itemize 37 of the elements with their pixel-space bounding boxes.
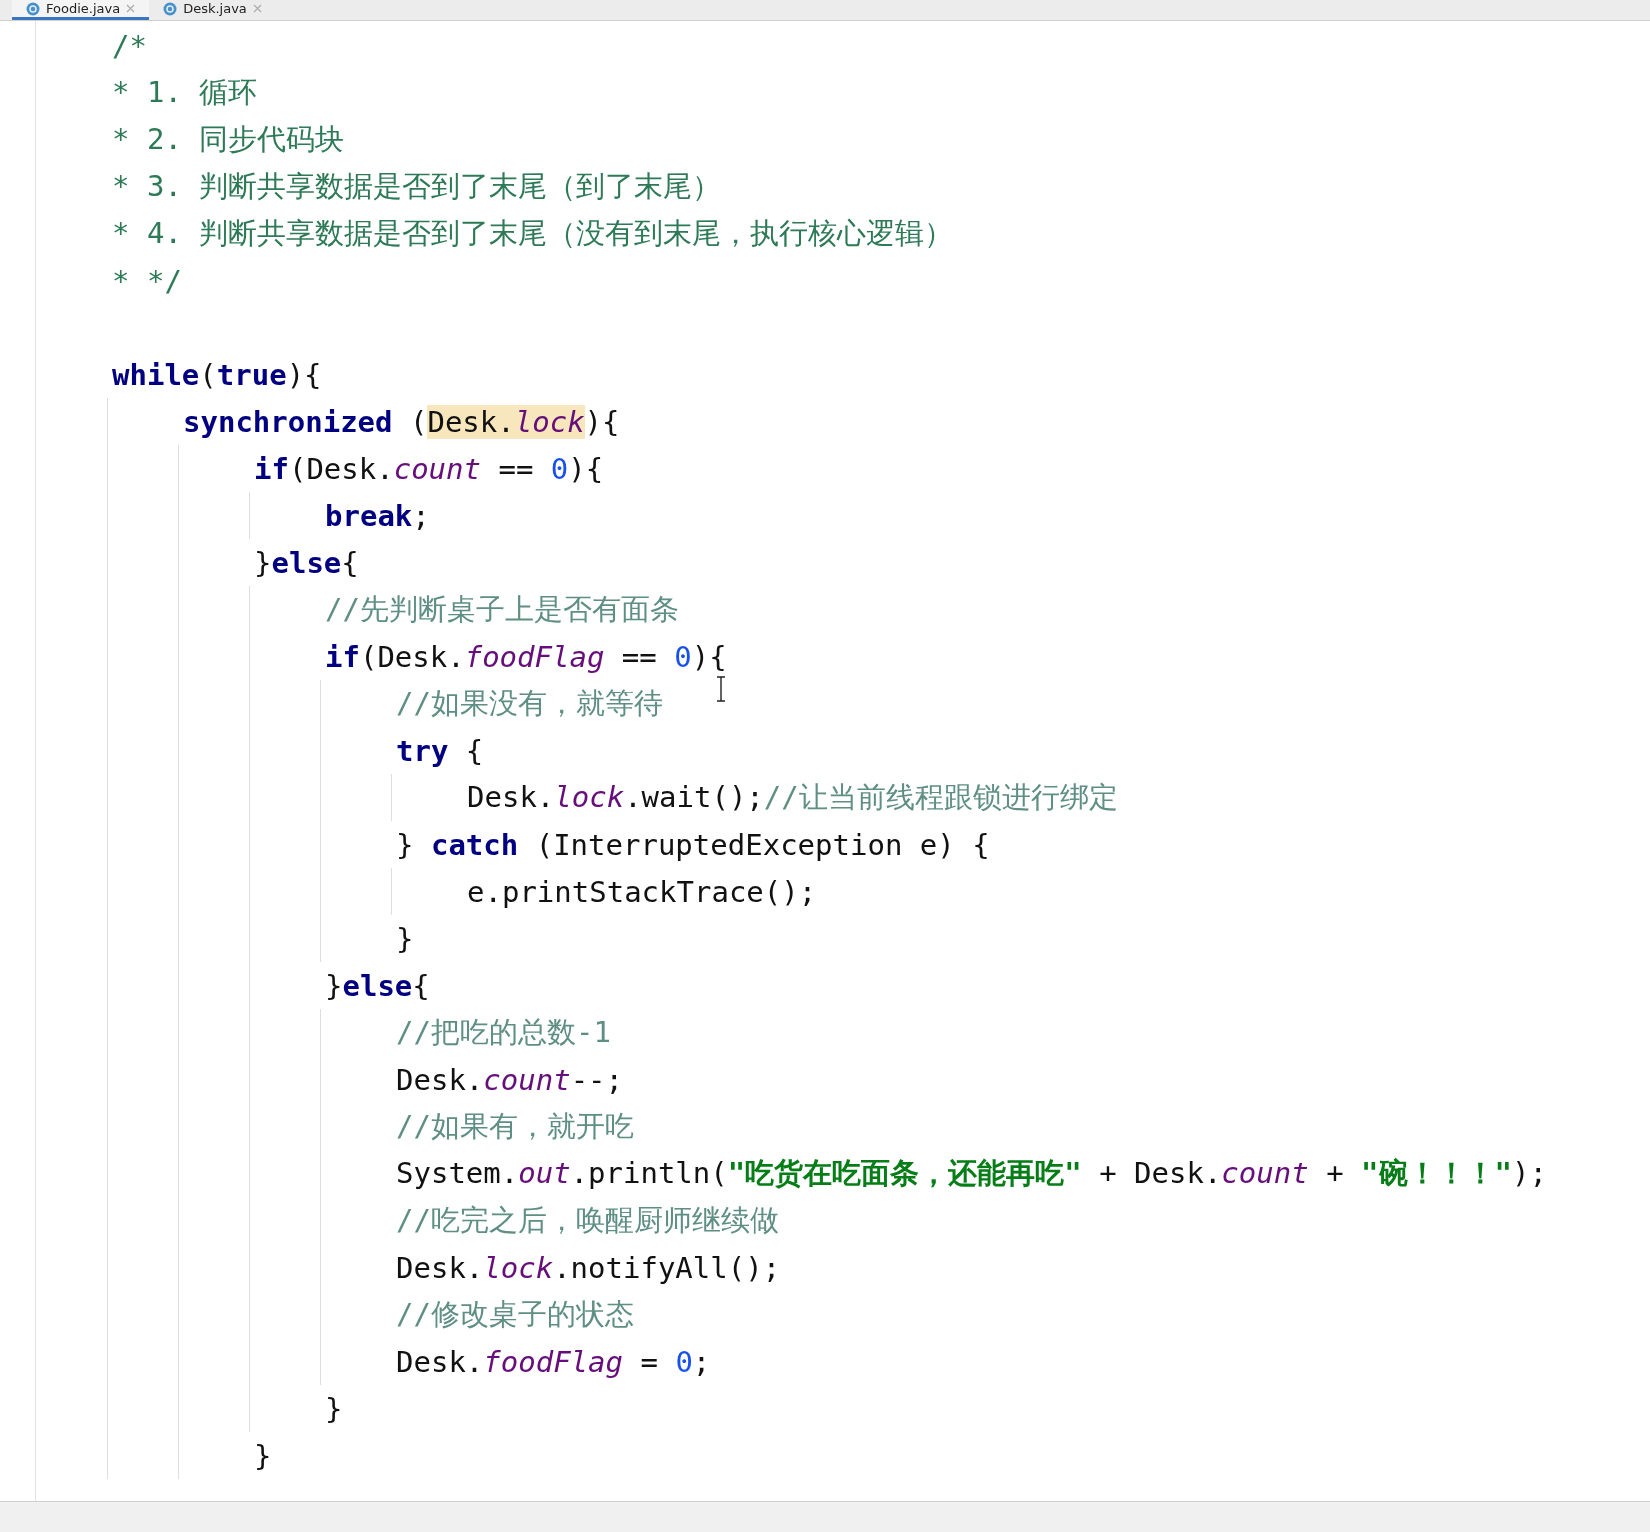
code-line: } xyxy=(325,1391,343,1426)
code-line: //修改桌子的状态 xyxy=(396,1295,634,1333)
code-line: //如果没有，就等待 xyxy=(396,684,663,722)
circle-icon xyxy=(163,1,178,16)
code-line: //如果有，就开吃 xyxy=(396,1107,634,1145)
file-tab[interactable]: Foodie.java xyxy=(12,0,150,20)
code-line: * 4. 判断共享数据是否到了末尾（没有到末尾，执行核心逻辑） xyxy=(112,214,954,252)
code-line: //先判断桌子上是否有面条 xyxy=(325,590,679,628)
code-line: * 2. 同步代码块 xyxy=(112,120,345,158)
circle-icon xyxy=(26,1,40,16)
code-line: Desk.lock.notifyAll(); xyxy=(396,1250,781,1285)
code-line: } xyxy=(396,921,414,956)
file-tab[interactable]: Desk.java xyxy=(149,0,276,20)
close-icon[interactable] xyxy=(252,4,262,13)
close-icon[interactable] xyxy=(126,4,136,13)
code-line: try { xyxy=(396,733,484,768)
code-line: break; xyxy=(325,498,430,533)
code-line: System.out.println("吃货在吃面条，还能再吃" + Desk.count + "碗！！！"); xyxy=(396,1154,1547,1192)
code-line: Desk.lock.wait();//让当前线程跟锁进行绑定 xyxy=(467,778,1118,816)
code-line: } catch (InterruptedException e) { xyxy=(396,827,990,862)
code-line: } xyxy=(254,1438,272,1473)
code-line: if(Desk.count == 0){ xyxy=(254,451,604,486)
code-line: * 1. 循环 xyxy=(112,73,258,111)
code-line: Desk.count--; xyxy=(396,1062,623,1097)
text-cursor-icon xyxy=(716,676,726,702)
code-line: synchronized (Desk.lock){ xyxy=(183,404,620,439)
code-line: }else{ xyxy=(325,968,430,1003)
code-line: * */ xyxy=(112,263,182,298)
code-line: e.printStackTrace(); xyxy=(467,874,817,909)
code-line: /* xyxy=(112,28,147,63)
code-line: }else{ xyxy=(254,545,359,580)
code-line: if(Desk.foodFlag == 0){ xyxy=(325,639,727,674)
code-line: //吃完之后，唤醒厨师继续做 xyxy=(396,1201,779,1239)
code-line: Desk.foodFlag = 0; xyxy=(396,1344,711,1379)
code-line: while(true){ xyxy=(112,357,322,392)
code-line: //把吃的总数-1 xyxy=(396,1013,611,1051)
code-line: * 3. 判断共享数据是否到了末尾（到了末尾） xyxy=(112,167,722,205)
